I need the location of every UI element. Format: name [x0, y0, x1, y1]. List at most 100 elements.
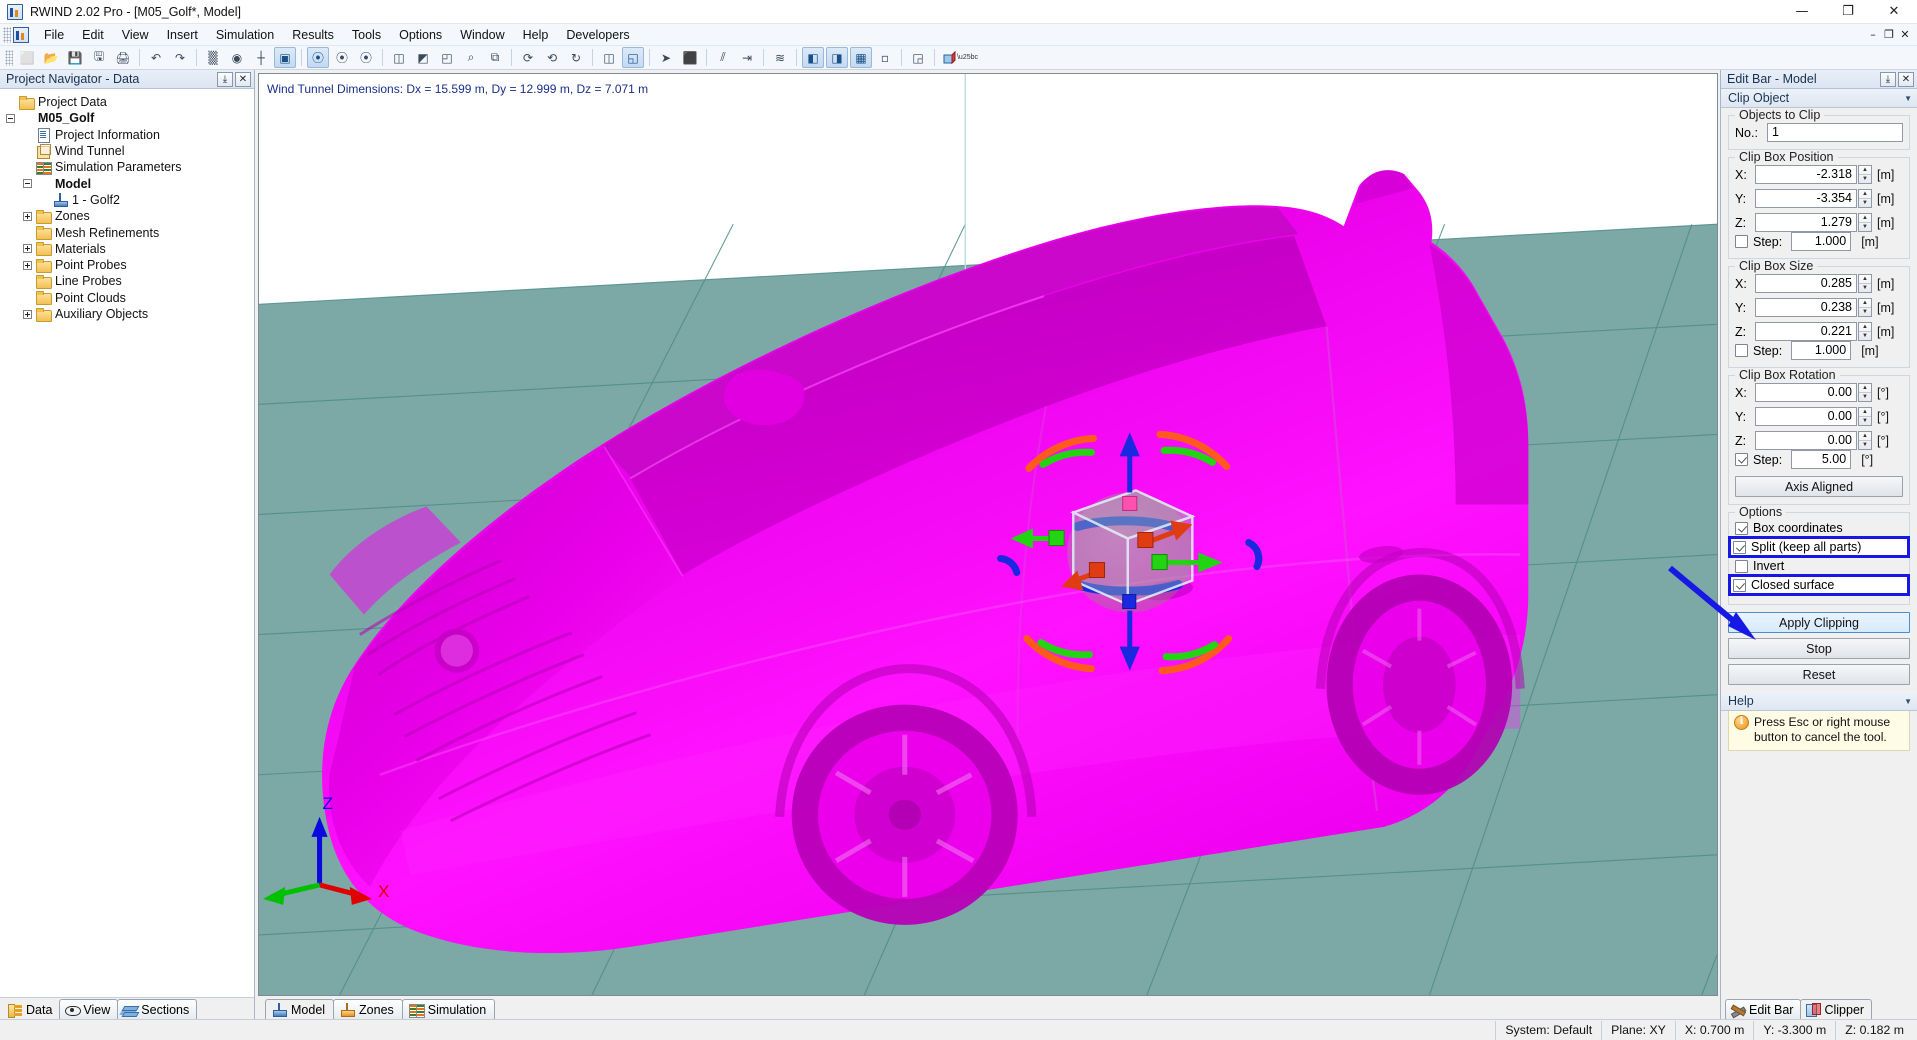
spinner-up-icon[interactable]: ▲ [1859, 214, 1871, 223]
snap-grid-icon[interactable]: ┼ [250, 47, 272, 68]
tree-expand-toggle-icon[interactable] [23, 211, 32, 221]
tree-item-1-golf2[interactable]: 1 - Golf2 [4, 192, 254, 208]
zoom-window-icon[interactable]: ⌕ [460, 47, 482, 68]
undo-icon[interactable]: ↶ [145, 47, 167, 68]
clip-box-rotation-input[interactable]: 0.00 [1755, 431, 1857, 450]
tree-expand-toggle-icon[interactable] [23, 309, 32, 319]
streamlines-icon[interactable]: ≋ [769, 47, 791, 68]
result-transparent-icon[interactable]: ▫ [874, 47, 896, 68]
tree-item-auxiliary-objects[interactable]: Auxiliary Objects [4, 306, 254, 322]
tree-expand-toggle-icon[interactable] [6, 113, 15, 123]
new-file-icon[interactable]: ⬜ [16, 47, 38, 68]
mdi-close-button[interactable]: ✕ [1897, 27, 1913, 43]
apply-clipping-button[interactable]: Apply Clipping [1728, 612, 1910, 633]
clip-box-size-step-checkbox[interactable] [1735, 344, 1748, 357]
tree-item-model[interactable]: Model [4, 175, 254, 191]
menu-item-file[interactable]: File [35, 26, 73, 44]
clip-box-position-spinner[interactable]: ▲ ▼ [1858, 165, 1872, 184]
flow-direction-icon[interactable]: ➤ [655, 47, 677, 68]
clip-box-icon[interactable]: ⬛ [679, 47, 701, 68]
spinner-up-icon[interactable]: ▲ [1859, 408, 1871, 417]
result-surface-icon[interactable]: ◧ [802, 47, 824, 68]
editbar-tab-clipper[interactable]: Clipper [1800, 999, 1873, 1019]
clip-object-section-header[interactable]: Clip Object ▼ [1721, 89, 1917, 108]
option-checkbox[interactable] [1735, 521, 1748, 535]
menu-item-tools[interactable]: Tools [343, 26, 390, 44]
zoom-all-icon[interactable]: ⧉ [484, 47, 506, 68]
spinner-up-icon[interactable]: ▲ [1859, 275, 1871, 284]
window-maximize-button[interactable]: ❐ [1825, 0, 1871, 24]
view-shaded-icon[interactable]: ◩ [412, 47, 434, 68]
clip-box-position-input[interactable]: -3.354 [1755, 189, 1857, 208]
clip-box-rotation-spinner[interactable]: ▲ ▼ [1858, 431, 1872, 450]
tree-item-project-data[interactable]: Project Data [4, 94, 254, 110]
menu-item-view[interactable]: View [113, 26, 158, 44]
mdi-restore-button[interactable]: ❐ [1881, 27, 1897, 43]
tree-item-line-probes[interactable]: Line Probes [4, 273, 254, 289]
tree-item-simulation-parameters[interactable]: Simulation Parameters [4, 159, 254, 175]
navigator-tab-sections[interactable]: Sections [117, 999, 198, 1019]
clip-box-rotation-input[interactable]: 0.00 [1755, 383, 1857, 402]
menu-item-results[interactable]: Results [283, 26, 343, 44]
clip-box-position-step-input[interactable]: 1.000 [1791, 232, 1852, 251]
spinner-down-icon[interactable]: ▼ [1859, 332, 1871, 340]
tree-item-mesh-refinements[interactable]: Mesh Refinements [4, 224, 254, 241]
spinner-up-icon[interactable]: ▲ [1859, 384, 1871, 393]
render-mode-icon[interactable]: ▒ [202, 47, 224, 68]
menu-item-options[interactable]: Options [390, 26, 451, 44]
clip-box-rotation-step-input[interactable]: 5.00 [1791, 450, 1852, 469]
wireframe-icon[interactable]: ◫ [598, 47, 620, 68]
edit-bar-pin-icon[interactable]: ⤓ [1880, 71, 1896, 87]
clip-box-rotation-input[interactable]: 0.00 [1755, 407, 1857, 426]
tree-item-project-information[interactable]: Project Information [4, 127, 254, 144]
objects-to-clip-no-input[interactable]: 1 [1767, 123, 1903, 142]
axis-aligned-button[interactable]: Axis Aligned [1735, 476, 1903, 497]
option-checkbox[interactable] [1733, 540, 1746, 554]
project-tree[interactable]: Project Data M05_Golf Project Information W… [0, 89, 254, 997]
stop-button[interactable]: Stop [1728, 638, 1910, 659]
menu-drag-handle[interactable] [3, 26, 11, 43]
clip-box-size-spinner[interactable]: ▲ ▼ [1858, 274, 1872, 293]
navigator-tab-data[interactable]: Data [2, 999, 61, 1019]
spinner-down-icon[interactable]: ▼ [1859, 308, 1871, 316]
spinner-up-icon[interactable]: ▲ [1859, 299, 1871, 308]
menu-item-window[interactable]: Window [451, 26, 513, 44]
clip-box-position-step-checkbox[interactable] [1735, 235, 1748, 248]
tree-item-point-probes[interactable]: Point Probes [4, 257, 254, 273]
help-chevron-down-icon[interactable]: ▼ [1904, 697, 1912, 706]
spinner-up-icon[interactable]: ▲ [1859, 190, 1871, 199]
extra-tool-dropdown-icon[interactable]: \u25bc [957, 47, 978, 68]
clip-box-size-step-input[interactable]: 1.000 [1791, 341, 1852, 360]
menu-item-help[interactable]: Help [514, 26, 558, 44]
arrow-scale-icon[interactable]: ⇥ [736, 47, 758, 68]
rotate-view-x-icon[interactable]: ⦿ [307, 47, 329, 68]
toolbar-drag-handle[interactable] [5, 49, 13, 66]
model-viewport[interactable]: Wind Tunnel Dimensions: Dx = 15.599 m, D… [258, 73, 1718, 996]
chevron-down-icon[interactable]: ▼ [1904, 94, 1912, 103]
clip-box-rotation-spinner[interactable]: ▲ ▼ [1858, 407, 1872, 426]
option-split-keep-all-parts-[interactable]: Split (keep all parts) [1728, 536, 1910, 558]
spinner-down-icon[interactable]: ▼ [1859, 223, 1871, 231]
option-checkbox[interactable] [1733, 578, 1746, 592]
menu-item-simulation[interactable]: Simulation [207, 26, 283, 44]
tree-item-m05-golf[interactable]: M05_Golf [4, 110, 254, 126]
3d-scene[interactable]: Z X Y [259, 74, 1717, 995]
save-as-icon[interactable]: 🖫 [88, 47, 110, 68]
clip-box-position-input[interactable]: -2.318 [1755, 165, 1857, 184]
tree-item-zones[interactable]: Zones [4, 208, 254, 224]
tree-expand-toggle-icon[interactable] [23, 260, 32, 270]
model-color-icon[interactable]: ◲ [907, 47, 929, 68]
spinner-down-icon[interactable]: ▼ [1859, 393, 1871, 401]
spinner-down-icon[interactable]: ▼ [1859, 199, 1871, 207]
spinner-down-icon[interactable]: ▼ [1859, 441, 1871, 449]
option-checkbox[interactable] [1735, 559, 1748, 573]
navigator-tab-view[interactable]: View [59, 999, 119, 1019]
spinner-down-icon[interactable]: ▼ [1859, 417, 1871, 425]
menu-item-edit[interactable]: Edit [73, 26, 113, 44]
rotate-view-y-icon[interactable]: ⦿ [331, 47, 353, 68]
view-front-icon[interactable]: ◰ [436, 47, 458, 68]
navigator-close-icon[interactable]: ✕ [235, 71, 251, 87]
clip-box-size-input[interactable]: 0.238 [1755, 298, 1857, 317]
help-section-header[interactable]: Help ▼ [1721, 692, 1917, 711]
solid-view-icon[interactable]: ◱ [622, 47, 644, 68]
